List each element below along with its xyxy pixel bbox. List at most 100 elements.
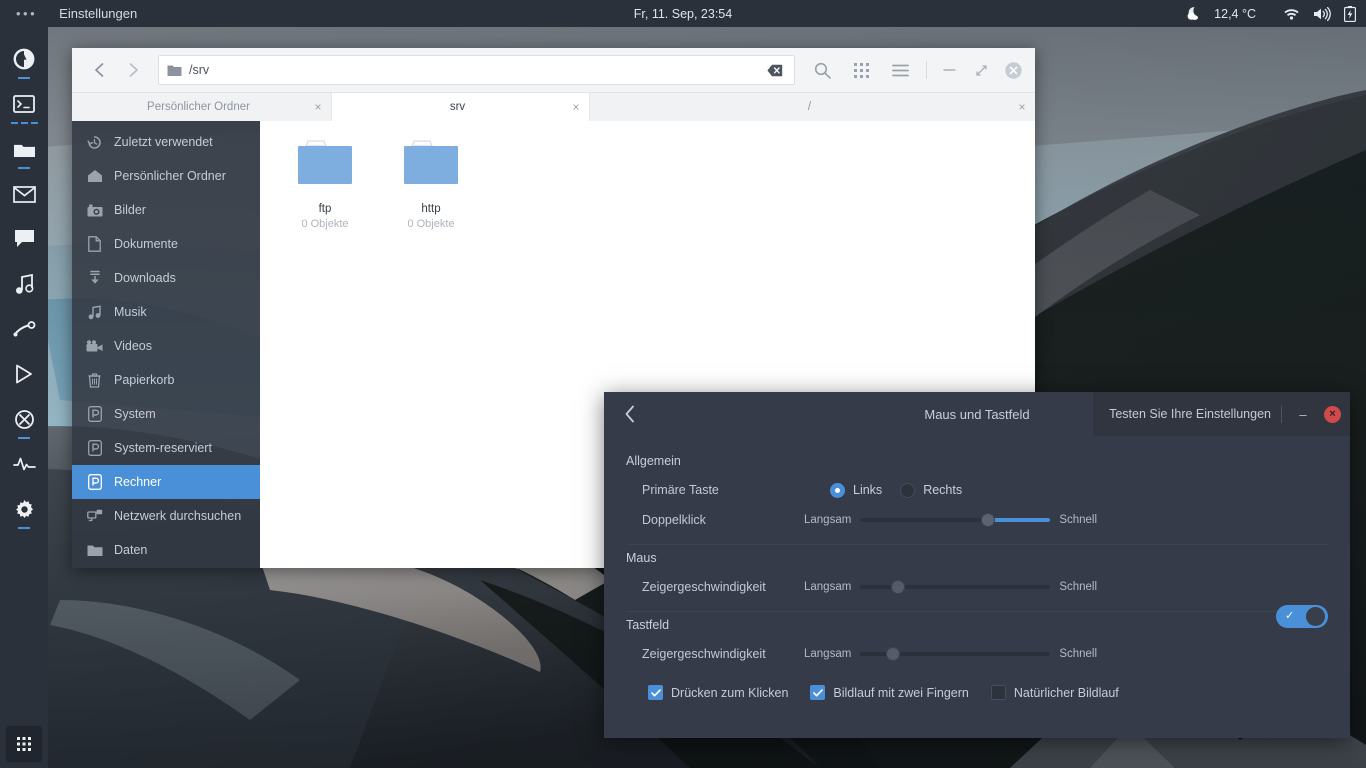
temperature-label: 12,4 °C [1214,7,1256,21]
path-input[interactable]: /srv [158,55,795,85]
doubleclick-min-label: Langsam [804,514,851,526]
settings-minimize-button[interactable]: – [1292,408,1314,421]
sidebar-item-zuletzt-verwendet[interactable]: Zuletzt verwendet [72,125,260,159]
dock-item-browser[interactable] [0,40,48,78]
backspace-icon [767,64,783,77]
check-icon [651,689,661,697]
dock-indicator [11,122,38,124]
sidebar-item-daten[interactable]: Daten [72,533,260,567]
close-button[interactable] [1000,57,1026,83]
volume-icon[interactable] [1313,7,1331,21]
dock-item-settings[interactable] [0,490,48,528]
close-icon [1004,61,1023,80]
radio-links-label: Links [853,483,882,497]
tab-close-icon[interactable]: × [305,100,331,114]
panel-clock[interactable]: Fr, 11. Sep, 23:54 [0,7,1366,21]
tab-label: Persönlicher Ordner [72,101,305,113]
battery-charging-icon[interactable] [1344,6,1356,22]
moon-cloud-icon [1184,6,1201,21]
drive-icon [86,474,103,490]
minimize-button[interactable] [936,57,962,83]
sidebar-item-rechner[interactable]: Rechner [72,465,260,499]
wifi-icon[interactable] [1283,7,1300,20]
checkbox-natuerlicher-bildlauf[interactable] [991,685,1006,700]
camera-icon [86,204,103,217]
mouse-speed-slider[interactable] [860,585,1050,589]
clear-path-button[interactable] [762,57,788,83]
sidebar-item-persoenlicher-ordner[interactable]: Persönlicher Ordner [72,159,260,193]
download-icon [86,270,103,286]
test-settings-button[interactable]: Testen Sie Ihre Einstellungen [1109,407,1271,421]
dock-item-tools[interactable] [0,310,48,348]
file-item-ftp[interactable]: ftp 0 Objekte [284,139,366,230]
settings-close-button[interactable]: × [1324,406,1341,423]
section-divider [626,544,1328,545]
sidebar-item-dokumente[interactable]: Dokumente [72,227,260,261]
toggle-knob [1306,607,1325,626]
dock-item-monitor[interactable] [0,445,48,483]
titlebar-separator [1281,406,1282,423]
section-title-allgemein: Allgemein [626,454,1328,468]
home-icon [86,169,103,183]
chevron-right-icon [127,62,140,78]
tastfeld-toggle[interactable]: ✓ [1276,605,1328,628]
checkbox-bildlauf-mit-zwei-fingern[interactable] [810,685,825,700]
tab-srv[interactable]: srv × [332,93,590,121]
file-name: http [390,203,472,215]
sidebar-item-system-reserviert[interactable]: System-reserviert [72,431,260,465]
dock-indicator [18,527,30,529]
sidebar-item-musik[interactable]: Musik [72,295,260,329]
doubleclick-slider[interactable] [860,518,1050,522]
top-panel: ••• Einstellungen Fr, 11. Sep, 23:54 12,… [0,0,1366,27]
maximize-button[interactable] [968,57,994,83]
sidebar-item-label: Papierkorb [114,373,174,387]
touchpad-speed-slider[interactable] [860,652,1050,656]
sidebar-item-bilder[interactable]: Bilder [72,193,260,227]
back-button[interactable] [82,53,116,87]
forward-button[interactable] [116,53,150,87]
tab-close-icon[interactable]: × [563,100,589,114]
radio-rechts[interactable] [900,483,915,498]
document-icon [86,236,103,252]
checkbox-druecken-zum-klicken[interactable] [648,685,663,700]
dock-item-music[interactable] [0,265,48,303]
dock-indicator [18,437,30,439]
dock-indicator [18,167,30,169]
check-icon: ✓ [1285,609,1294,622]
sidebar-item-downloads[interactable]: Downloads [72,261,260,295]
settings-window: Maus und Tastfeld Testen Sie Ihre Einste… [604,392,1350,738]
tab-persoenlicher-ordner[interactable]: Persönlicher Ordner × [72,93,332,121]
dock-item-mail[interactable] [0,175,48,213]
sidebar-item-label: Zuletzt verwendet [114,135,213,149]
touchpad-checkbox-row: Drücken zum Klicken Bildlauf mit zwei Fi… [626,685,1328,700]
tab-close-icon[interactable]: × [1009,100,1035,114]
sidebar-item-papierkorb[interactable]: Papierkorb [72,363,260,397]
sidebar-item-videos[interactable]: Videos [72,329,260,363]
sidebar-item-icons[interactable]: .icons [72,567,260,568]
dock-item-terminal[interactable] [0,85,48,123]
dots-menu-icon[interactable]: ••• [0,6,51,21]
sidebar-item-system[interactable]: System [72,397,260,431]
file-manager-sidebar: Zuletzt verwendet Persönlicher Ordner Bi… [72,121,260,568]
mouse-pointer-speed-label: Zeigergeschwindigkeit [626,580,804,594]
search-button[interactable] [807,55,838,86]
folder-icon [167,64,182,77]
file-subtext: 0 Objekte [284,218,366,230]
dock-item-chat[interactable] [0,220,48,258]
maximize-icon [975,64,988,77]
panel-window-title[interactable]: Einstellungen [59,6,137,21]
radio-links[interactable] [830,483,845,498]
chevron-left-icon [624,405,636,423]
tab-root[interactable]: / × [590,93,1035,121]
dock-item-disc[interactable] [0,400,48,438]
dock-item-video[interactable] [0,355,48,393]
settings-back-button[interactable] [604,392,656,436]
mouse-speed-min-label: Langsam [804,581,851,593]
view-grid-button[interactable] [846,55,877,86]
folder-icon [400,139,462,191]
sidebar-item-netzwerk-durchsuchen[interactable]: Netzwerk durchsuchen [72,499,260,533]
app-launcher-button[interactable] [6,726,42,762]
dock-item-files[interactable] [0,130,48,168]
menu-button[interactable] [885,55,916,86]
file-item-http[interactable]: http 0 Objekte [390,139,472,230]
